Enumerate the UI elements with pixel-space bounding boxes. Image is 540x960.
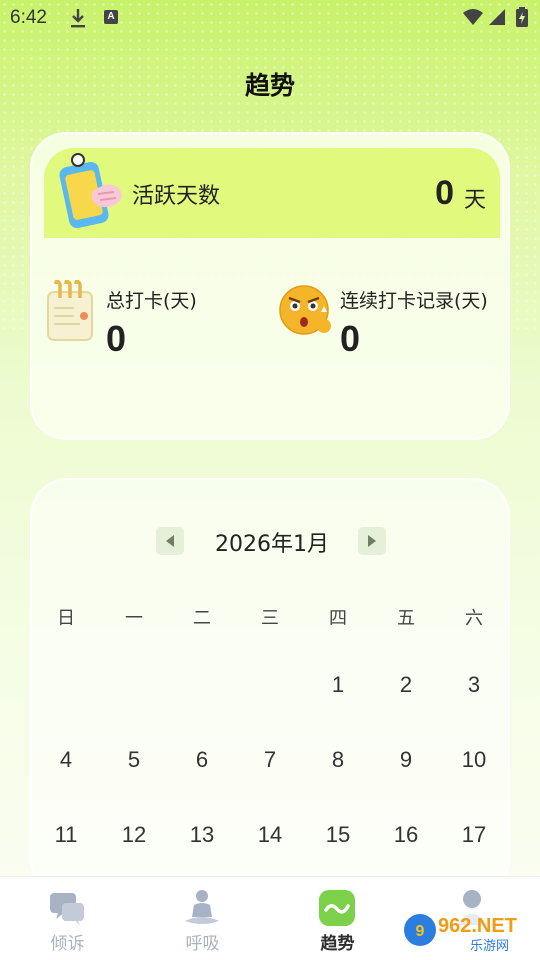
watermark-small-text: 乐游网 xyxy=(470,939,509,954)
weekday-thu: 四 xyxy=(329,608,347,629)
total-checkin-value: 0 xyxy=(106,318,127,359)
total-checkin-label: 总打卡(天) xyxy=(106,290,197,312)
tab-label: 呼吸 xyxy=(185,934,220,954)
download-icon xyxy=(71,9,85,28)
calendar-day[interactable]: 2 xyxy=(376,672,436,698)
meditation-icon xyxy=(185,890,219,924)
weekday-sat: 六 xyxy=(465,608,483,629)
stats-card: 活跃天数 0 天 总打卡(天) 0 连续打卡记录(天) 0 xyxy=(30,132,510,440)
calendar-day[interactable]: 17 xyxy=(444,822,504,848)
calendar-day[interactable]: 1 xyxy=(308,672,368,698)
watermark-big-text: 962.NET xyxy=(438,915,517,937)
angry-emoji-icon xyxy=(279,285,331,335)
calendar-day[interactable]: 3 xyxy=(444,672,504,698)
calendar-card: 2026年1月 日 一 二 三 四 五 六 1 2 3 4 5 6 7 8 9 … xyxy=(30,478,510,898)
active-days-unit: 天 xyxy=(463,188,486,213)
chat-bubbles-icon xyxy=(50,893,84,926)
signal-icon xyxy=(489,9,505,25)
calendar-day[interactable]: 4 xyxy=(36,747,96,773)
calendar-day[interactable]: 10 xyxy=(444,747,504,773)
calendar-day[interactable]: 6 xyxy=(172,747,232,773)
weekday-wed: 三 xyxy=(261,608,279,629)
calendar-day[interactable]: 16 xyxy=(376,822,436,848)
weekday-tue: 二 xyxy=(193,608,211,629)
tab-trend[interactable]: 趋势 xyxy=(270,877,405,960)
tab-label: 趋势 xyxy=(320,934,355,954)
active-days-banner: 活跃天数 0 天 xyxy=(44,148,500,238)
total-checkin-stat: 总打卡(天) 0 xyxy=(44,274,264,364)
calendar-day[interactable]: 9 xyxy=(376,747,436,773)
status-bar: 6:42 A xyxy=(0,0,540,36)
streak-record-label: 连续打卡记录(天) xyxy=(340,290,488,312)
calendar-day[interactable]: 8 xyxy=(308,747,368,773)
tab-breathe[interactable]: 呼吸 xyxy=(135,877,270,960)
calendar-day[interactable]: 11 xyxy=(36,822,96,848)
calendar-header: 2026年1月 xyxy=(32,524,512,558)
active-days-label: 活跃天数 xyxy=(132,184,221,209)
battery-icon xyxy=(516,7,528,27)
trend-wave-icon xyxy=(319,890,355,926)
calendar-day[interactable]: 7 xyxy=(240,747,300,773)
calendar-day[interactable]: 5 xyxy=(104,747,164,773)
status-time: 6:42 xyxy=(10,7,47,28)
wifi-icon xyxy=(463,9,483,25)
calendar-day[interactable]: 14 xyxy=(240,822,300,848)
streak-record-value: 0 xyxy=(340,318,361,359)
streak-record-stat: 连续打卡记录(天) 0 xyxy=(278,274,508,364)
triangle-right-icon xyxy=(368,535,376,547)
tab-label: 倾诉 xyxy=(50,934,85,954)
active-days-value: 0 xyxy=(435,174,454,212)
phone-icon xyxy=(59,153,122,228)
weekday-mon: 一 xyxy=(125,608,143,629)
calendar-day[interactable]: 15 xyxy=(308,822,368,848)
app-notification-icon: A xyxy=(104,10,118,24)
calendar-day[interactable]: 12 xyxy=(104,822,164,848)
calendar-binder-icon xyxy=(47,280,93,341)
calendar-month-label: 2026年1月 xyxy=(215,532,329,557)
weekday-sun: 日 xyxy=(57,608,75,629)
calendar-day[interactable]: 13 xyxy=(172,822,232,848)
next-month-button[interactable] xyxy=(358,527,386,555)
tab-confide[interactable]: 倾诉 xyxy=(0,877,135,960)
page-title: 趋势 xyxy=(244,71,295,100)
svg-text:9: 9 xyxy=(416,923,425,940)
site-watermark-logo: 9 962.NET 乐游网 xyxy=(402,910,532,954)
weekday-fri: 五 xyxy=(397,608,415,629)
